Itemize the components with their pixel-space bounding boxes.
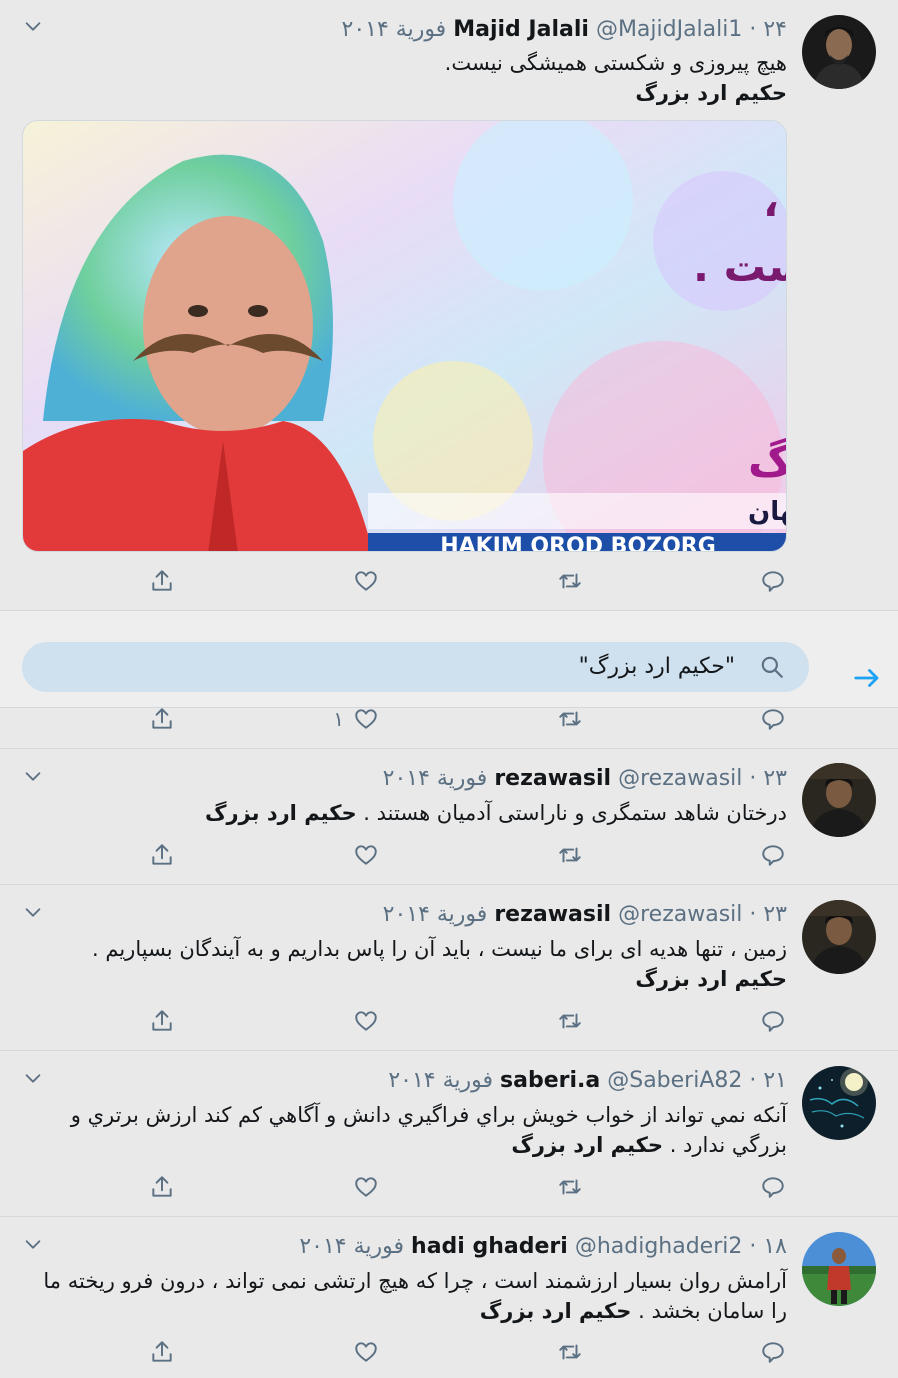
- tweet-body-text: زمین ، تنها هدیه ای برای ما نیست ، باید …: [92, 937, 787, 961]
- like-icon[interactable]: [344, 1006, 388, 1036]
- tweet-header: Majid Jalali @MajidJalali1 · ۲۴ فورية ۲۰…: [60, 15, 787, 45]
- hashtag-link[interactable]: حکیم ارد بزرگ: [22, 78, 787, 108]
- tweet-header: rezawasil @rezawasil · ۲۳ فورية ۲۰۱۴: [60, 764, 787, 794]
- share-icon[interactable]: [140, 566, 184, 596]
- reply-icon[interactable]: [751, 1006, 795, 1036]
- tweet-actions: [140, 1172, 798, 1202]
- share-icon[interactable]: [140, 840, 184, 870]
- arrow-right-icon[interactable]: [852, 663, 882, 693]
- avatar[interactable]: [802, 900, 876, 974]
- tweet-text: آرامش روان بسیار ارزشمند است ، چرا که هی…: [22, 1266, 787, 1326]
- like-icon[interactable]: ۱: [333, 704, 388, 734]
- tweet[interactable]: rezawasil @rezawasil · ۲۳ فورية ۲۰۱۴ زمی…: [0, 885, 898, 1051]
- tweet-text: درختان شاهد ستمگری و ناراستی آدمیان هستن…: [22, 798, 787, 828]
- reply-icon[interactable]: [751, 704, 795, 734]
- tweet-text: زمین ، تنها هدیه ای برای ما نیست ، باید …: [22, 934, 787, 994]
- user-name[interactable]: rezawasil: [494, 902, 611, 927]
- tweet-body-text: آنکه نمي تواند از خواب خويش براي فراگيري…: [70, 1103, 787, 1157]
- search-icon[interactable]: [759, 654, 785, 680]
- tweet-header: hadi ghaderi @hadighaderi2 · ۱۸ فورية ۲۰…: [60, 1232, 787, 1262]
- share-icon[interactable]: [140, 704, 184, 734]
- retweet-icon[interactable]: [548, 1006, 592, 1036]
- chevron-down-icon[interactable]: [22, 901, 44, 923]
- hashtag-link[interactable]: حکیم ارد بزرگ: [22, 964, 787, 994]
- reply-icon[interactable]: [751, 840, 795, 870]
- hashtag-link[interactable]: حکیم ارد بزرگ: [511, 1133, 663, 1157]
- image-latin: HAKIM OROD BOZORG: [440, 534, 716, 552]
- image-quote-line1: هیچ پیروزی و شکستی ،: [763, 177, 787, 227]
- avatar[interactable]: [802, 15, 876, 89]
- like-count: ۱: [333, 707, 344, 731]
- user-name[interactable]: Majid Jalali: [453, 17, 589, 42]
- share-icon[interactable]: [140, 1006, 184, 1036]
- like-icon[interactable]: [344, 1172, 388, 1202]
- avatar[interactable]: [802, 1066, 876, 1140]
- tweet[interactable]: ۱: [0, 707, 898, 749]
- user-name[interactable]: rezawasil: [494, 766, 611, 791]
- avatar[interactable]: [802, 763, 876, 837]
- chevron-down-icon[interactable]: [22, 1233, 44, 1255]
- tweet-image[interactable]: هیچ پیروزی و شکستی ، همیشگی نیست . حکیم …: [22, 120, 787, 552]
- like-icon[interactable]: [344, 566, 388, 596]
- share-icon[interactable]: [140, 1337, 184, 1367]
- retweet-icon[interactable]: [548, 704, 592, 734]
- reply-icon[interactable]: [751, 1337, 795, 1367]
- tweet-header: rezawasil @rezawasil · ۲۳ فورية ۲۰۱۴: [60, 900, 787, 930]
- avatar[interactable]: [802, 1232, 876, 1306]
- like-icon[interactable]: [344, 840, 388, 870]
- search-bar: "حکیم ارد بزرگ": [0, 610, 898, 708]
- retweet-icon[interactable]: [548, 1337, 592, 1367]
- retweet-icon[interactable]: [548, 840, 592, 870]
- tweet[interactable]: hadi ghaderi @hadighaderi2 · ۱۸ فورية ۲۰…: [0, 1217, 898, 1378]
- reply-icon[interactable]: [751, 566, 795, 596]
- tweet-actions: [140, 1006, 798, 1036]
- tweet-body-text: هیچ پیروزی و شکستی همیشگی نیست.: [444, 51, 787, 75]
- chevron-down-icon[interactable]: [22, 1067, 44, 1089]
- search-input[interactable]: "حکیم ارد بزرگ": [22, 642, 809, 692]
- tweet[interactable]: saberi.a @SaberiA82 · ۲۱ فورية ۲۰۱۴ آنکه…: [0, 1051, 898, 1217]
- tweet[interactable]: rezawasil @rezawasil · ۲۳ فورية ۲۰۱۴ درخ…: [0, 749, 898, 885]
- tweet-actions: [140, 566, 798, 596]
- image-subtitle: بزرگترین فیلسوف جهان: [748, 496, 787, 527]
- tweet[interactable]: Majid Jalali @MajidJalali1 · ۲۴ فورية ۲۰…: [0, 0, 898, 611]
- user-name[interactable]: saberi.a: [500, 1068, 600, 1093]
- share-icon[interactable]: [140, 1172, 184, 1202]
- retweet-icon[interactable]: [548, 1172, 592, 1202]
- retweet-icon[interactable]: [548, 566, 592, 596]
- chevron-down-icon[interactable]: [22, 765, 44, 787]
- tweet-actions: [140, 840, 798, 870]
- tweet-text: هیچ پیروزی و شکستی همیشگی نیست. حکیم ارد…: [22, 48, 787, 108]
- tweet-body-text: درختان شاهد ستمگری و ناراستی آدمیان هستن…: [363, 801, 787, 825]
- tweet-header: saberi.a @SaberiA82 · ۲۱ فورية ۲۰۱۴: [60, 1066, 787, 1096]
- reply-icon[interactable]: [751, 1172, 795, 1202]
- image-title: حکیم اُرُد بزرگ: [748, 427, 787, 487]
- hashtag-link[interactable]: حکیم ارد بزرگ: [480, 1299, 632, 1323]
- hashtag-link[interactable]: حکیم ارد بزرگ: [205, 801, 357, 825]
- search-query[interactable]: "حکیم ارد بزرگ": [579, 642, 735, 692]
- user-name[interactable]: hadi ghaderi: [411, 1234, 568, 1259]
- tweet-text: آنکه نمي تواند از خواب خويش براي فراگيري…: [22, 1100, 787, 1160]
- tweet-actions: ۱: [140, 704, 798, 734]
- image-quote-line2: همیشگی نیست .: [693, 242, 787, 291]
- like-icon[interactable]: [344, 1337, 388, 1367]
- tweet-actions: [140, 1337, 798, 1367]
- chevron-down-icon[interactable]: [22, 15, 44, 37]
- tweet-body-text: آرامش روان بسیار ارزشمند است ، چرا که هی…: [43, 1269, 787, 1323]
